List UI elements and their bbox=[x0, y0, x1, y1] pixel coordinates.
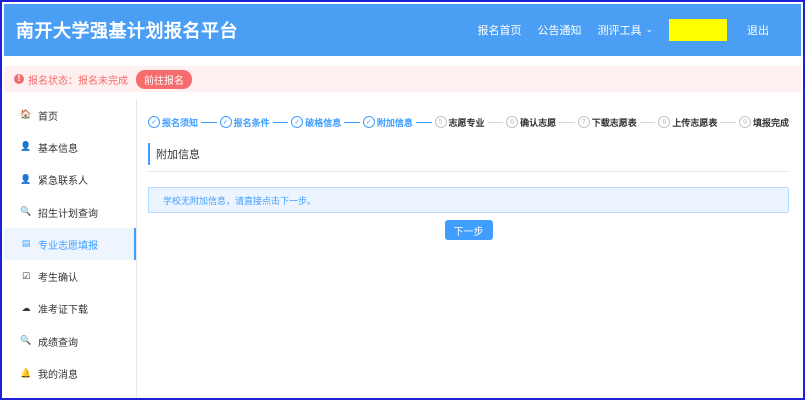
progress-steps: ✓ 报名须知 ✓ 报名条件 ✓ 破格信息 ✓ 附加信息 5 志愿专业 6 确认志愿 7 下载志愿表 8 上传志… bbox=[148, 111, 789, 133]
cloud-download-icon: ☁ bbox=[21, 303, 31, 314]
step-connector bbox=[487, 121, 504, 123]
nav-home-link[interactable]: 报名首页 bbox=[477, 22, 521, 38]
sidebar-item-label: 准考证下载 bbox=[38, 305, 88, 317]
step-connector bbox=[720, 121, 736, 123]
logout-link[interactable]: 退出 bbox=[747, 22, 769, 38]
nav-tools-dropdown[interactable]: 测评工具 ⌄ bbox=[597, 22, 653, 38]
step-9: 9 填报完成 bbox=[739, 116, 789, 129]
step-connector bbox=[639, 121, 656, 123]
step-label: 下载志愿表 bbox=[591, 118, 637, 129]
step-4: ✓ 附加信息 bbox=[362, 116, 413, 129]
top-header: 南开大学强基计划报名平台 报名首页 公告通知 测评工具 ⌄ 退出 bbox=[4, 4, 801, 56]
home-icon: 🏠 bbox=[20, 110, 32, 121]
sidebar-item[interactable]: 👤 基本信息 bbox=[4, 131, 136, 163]
step-number: 8 bbox=[658, 116, 671, 128]
divider bbox=[148, 171, 789, 172]
step-connector bbox=[344, 121, 360, 123]
step-label: 志愿专业 bbox=[448, 118, 485, 129]
step-label: 报名条件 bbox=[233, 118, 270, 129]
section-title-text: 附加信息 bbox=[156, 148, 200, 161]
sidebar-item-label: 首页 bbox=[38, 111, 58, 123]
step-3: ✓ 破格信息 bbox=[291, 116, 341, 129]
user-icon: 👤 bbox=[20, 142, 32, 153]
sidebar-item[interactable]: 🔍 招生计划查询 bbox=[4, 196, 136, 228]
check-icon: ✓ bbox=[291, 116, 304, 128]
step-label: 上传志愿表 bbox=[672, 118, 718, 129]
step-connector bbox=[201, 121, 217, 123]
sidebar-item-label: 考生确认 bbox=[38, 273, 78, 285]
list-icon: ▤ bbox=[21, 239, 31, 250]
go-register-button[interactable]: 前往报名 bbox=[136, 69, 192, 89]
sidebar-item[interactable]: 🔍 成绩查询 bbox=[4, 325, 136, 357]
step-connector bbox=[272, 121, 289, 123]
sidebar-item[interactable]: ▤ 专业志愿填报 bbox=[4, 228, 136, 261]
user-icon: 👤 bbox=[20, 174, 32, 185]
info-message: 学校无附加信息，请直接点击下一步。 bbox=[148, 187, 789, 213]
sidebar-item-label: 成绩查询 bbox=[38, 337, 78, 349]
sidebar-menu: 🏠 首页 👤 基本信息 👤 紧急联系人 🔍 招生计划查询 ▤ 专业志愿填报 ☑ 考生确认 ☁ 准考证下载 🔍… bbox=[4, 99, 137, 398]
sidebar-item-label: 招生计划查询 bbox=[38, 208, 98, 220]
search-icon: 🔍 bbox=[20, 336, 32, 347]
step-8: 8 上传志愿表 bbox=[658, 116, 717, 129]
step-number: 6 bbox=[506, 116, 519, 128]
search-icon: 🔍 bbox=[20, 207, 32, 218]
check-icon: ✓ bbox=[362, 116, 375, 128]
sidebar-item[interactable]: 🔔 我的消息 bbox=[4, 357, 136, 389]
check-icon: ✓ bbox=[219, 116, 232, 128]
step-connector bbox=[415, 121, 432, 123]
nav-tools-label: 测评工具 bbox=[597, 24, 642, 37]
step-label: 填报完成 bbox=[753, 118, 790, 129]
step-7: 7 下载志愿表 bbox=[577, 116, 637, 129]
top-nav: 报名首页 公告通知 测评工具 ⌄ 退出 bbox=[477, 4, 801, 56]
registration-status-text: 报名状态：报名未完成 bbox=[28, 75, 128, 87]
step-5: 5 志愿专业 bbox=[434, 116, 485, 129]
checkbox-icon: ☑ bbox=[21, 271, 31, 282]
step-label: 报名须知 bbox=[162, 118, 199, 129]
sidebar-item-label: 基本信息 bbox=[38, 143, 78, 155]
sidebar-item-label: 我的消息 bbox=[38, 370, 78, 382]
step-1: ✓ 报名须知 bbox=[148, 116, 198, 129]
section-title: 附加信息 bbox=[148, 143, 789, 165]
sidebar-item[interactable]: ☁ 准考证下载 bbox=[4, 293, 136, 325]
step-2: ✓ 报名条件 bbox=[219, 116, 270, 129]
step-number: 5 bbox=[434, 116, 447, 128]
platform-title: 南开大学强基计划报名平台 bbox=[16, 21, 238, 42]
next-button-wrapper: 下一步 bbox=[148, 220, 789, 240]
user-name-redacted[interactable] bbox=[669, 19, 727, 41]
next-step-button[interactable]: 下一步 bbox=[444, 220, 493, 240]
info-message-text: 学校无附加信息，请直接点击下一步。 bbox=[163, 196, 317, 207]
registration-status-alert: ! 报名状态：报名未完成 前往报名 bbox=[4, 66, 801, 92]
exclamation-icon: ! bbox=[14, 74, 24, 84]
nav-notice-link[interactable]: 公告通知 bbox=[537, 22, 581, 38]
step-connector bbox=[559, 121, 575, 123]
step-number: 9 bbox=[739, 116, 751, 128]
sidebar-item[interactable]: ☑ 考生确认 bbox=[4, 260, 136, 292]
bell-icon: 🔔 bbox=[20, 368, 32, 379]
step-number: 7 bbox=[577, 116, 590, 128]
step-label: 确认志愿 bbox=[520, 118, 557, 129]
chevron-down-icon: ⌄ bbox=[645, 25, 653, 35]
step-label: 附加信息 bbox=[376, 118, 413, 129]
app-window: 南开大学强基计划报名平台 报名首页 公告通知 测评工具 ⌄ 退出 ! 报名状态：… bbox=[0, 0, 805, 400]
step-label: 破格信息 bbox=[305, 118, 342, 129]
step-6: 6 确认志愿 bbox=[506, 116, 556, 129]
sidebar-item[interactable]: 🏠 首页 bbox=[4, 99, 136, 131]
sidebar-item[interactable]: 👤 紧急联系人 bbox=[4, 164, 136, 196]
sidebar-item-label: 专业志愿填报 bbox=[38, 240, 98, 252]
check-icon: ✓ bbox=[148, 116, 160, 128]
sidebar-item-label: 紧急联系人 bbox=[38, 176, 88, 188]
main-content: ✓ 报名须知 ✓ 报名条件 ✓ 破格信息 ✓ 附加信息 5 志愿专业 6 确认志愿 7 下载志愿表 8 上传志… bbox=[148, 99, 789, 240]
